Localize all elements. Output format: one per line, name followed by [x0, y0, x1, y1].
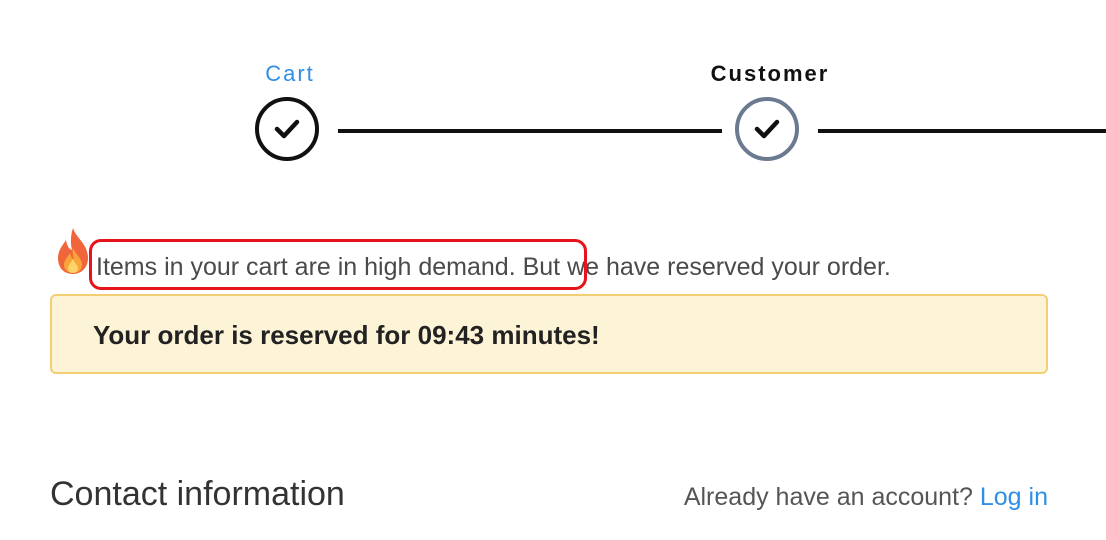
stepper-connector: [818, 129, 1106, 133]
step-label-cart[interactable]: Cart: [190, 60, 390, 88]
account-prompt-line: Already have an account? Log in: [684, 480, 1048, 514]
stepper-connector: [338, 129, 722, 133]
check-icon: [754, 119, 780, 139]
contact-information-heading: Contact information: [50, 475, 345, 513]
reservation-banner: Your order is reserved for 09:43 minutes…: [50, 294, 1048, 374]
step-indicator-customer: [735, 97, 799, 161]
annotation-highlight-box: [89, 239, 587, 290]
login-link[interactable]: Log in: [980, 483, 1048, 511]
account-prompt-text: Already have an account?: [683, 483, 973, 511]
check-icon: [274, 119, 300, 139]
step-label-customer: Customer: [710, 61, 830, 86]
step-indicator-cart[interactable]: [255, 97, 319, 161]
fire-icon: [58, 228, 88, 274]
reservation-message: Your order is reserved for 09:43 minutes…: [93, 320, 600, 350]
